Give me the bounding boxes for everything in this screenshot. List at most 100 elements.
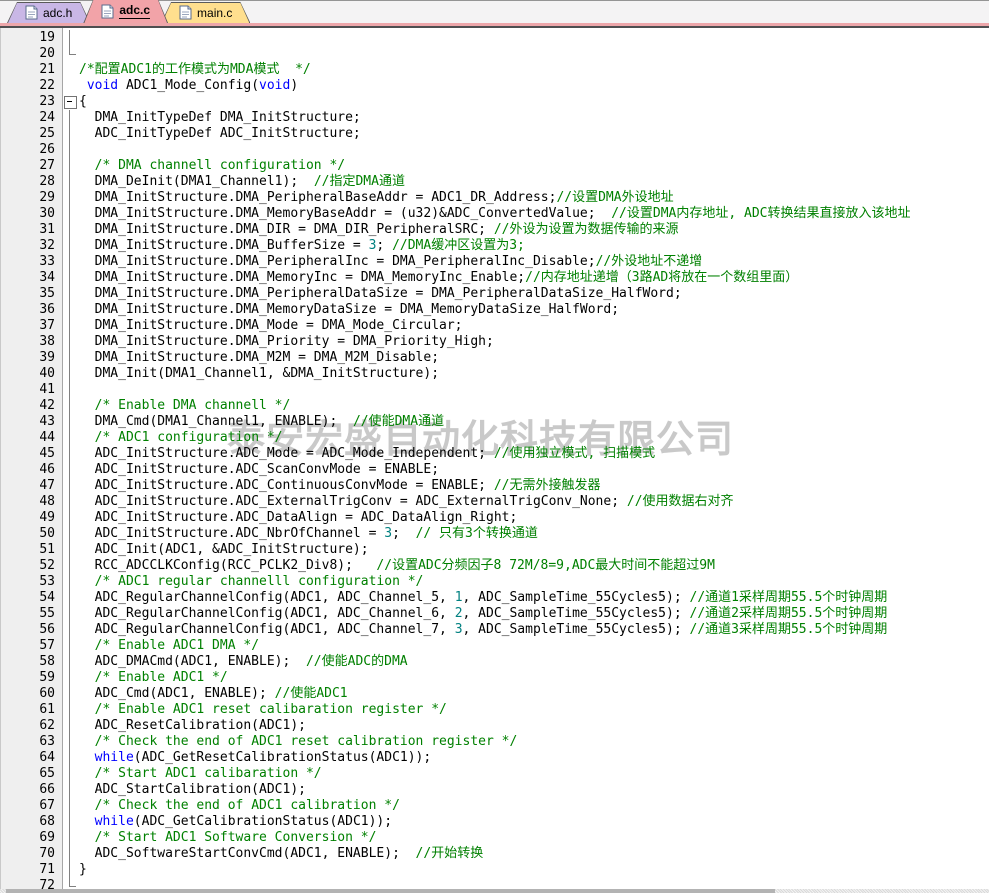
code-text: DMA_InitStructure.DMA_MemoryDataSize = D… [79,302,989,318]
code-line: 62 ADC_ResetCalibration(ADC1); [0,718,989,734]
code-segment: ADC_InitStructure.ADC_ScanConvMode = ENA… [79,462,439,477]
code-segment: //设置ADC分频因子8 72M/8=9,ADC最大时间不能超过9M [376,558,715,573]
line-number: 56 [0,622,63,638]
tab-adc.h[interactable]: adc.h [7,2,90,23]
line-number: 23 [0,94,63,110]
line-number: 52 [0,558,63,574]
code-text: DMA_InitStructure.DMA_MemoryBaseAddr = (… [79,206,989,222]
code-segment: , ADC_SampleTime_55Cycles5); [463,590,690,605]
code-line: 43 DMA_Cmd(DMA1_Channel1, ENABLE); //使能D… [0,414,989,430]
horizontal-scrollbar-thumb[interactable] [6,889,775,893]
horizontal-scrollbar[interactable] [0,889,989,893]
document-icon [179,5,192,20]
code-segment: , ADC_SampleTime_55Cycles5); [463,622,690,637]
tab-main.c[interactable]: main.c [161,2,250,23]
line-number: 58 [0,654,63,670]
fold-column [63,654,79,670]
fold-column [63,126,79,142]
code-segment: ADC_ResetCalibration(ADC1); [79,718,306,733]
line-number: 54 [0,590,63,606]
fold-column [63,30,79,46]
code-segment: while [95,750,134,765]
code-text: ADC_InitStructure.ADC_NbrOfChannel = 3; … [79,526,989,542]
code-line: 67 /* Check the end of ADC1 calibration … [0,798,989,814]
code-line: 21/*配置ADC1的工作模式为MDA模式 */ [0,62,989,78]
line-number: 66 [0,782,63,798]
fold-column [63,622,79,638]
code-segment: /* Start ADC1 calibaration */ [95,766,322,781]
code-segment: /* Enable ADC1 */ [95,670,228,685]
code-text: /* Enable DMA channell */ [79,398,989,414]
code-segment: ADC_RegularChannelConfig(ADC1, ADC_Chann… [79,590,455,605]
code-segment: /* ADC1 regular channelll configuration … [95,574,424,589]
code-text: DMA_Init(DMA1_Channel1, &DMA_InitStructu… [79,366,989,382]
code-text: /* ADC1 configuration */ [79,430,989,446]
code-line: 53 /* ADC1 regular channelll configurati… [0,574,989,590]
line-number: 61 [0,702,63,718]
fold-column [63,366,79,382]
fold-column [63,222,79,238]
code-segment: (ADC_GetCalibrationStatus(ADC1)); [134,814,392,829]
line-number: 71 [0,862,63,878]
code-line: 59 /* Enable ADC1 */ [0,670,989,686]
code-segment: ADC_RegularChannelConfig(ADC1, ADC_Chann… [79,622,455,637]
code-segment: ADC_InitStructure.ADC_Mode = ADC_Mode_In… [79,446,494,461]
code-line: 31 DMA_InitStructure.DMA_DIR = DMA_DIR_P… [0,222,989,238]
tab-adc.c[interactable]: adc.c [83,0,168,23]
code-line: 50 ADC_InitStructure.ADC_NbrOfChannel = … [0,526,989,542]
code-text [79,46,989,62]
code-segment: 2 [455,606,463,621]
code-segment: //内存地址递增（3路AD将放在一个数组里面） [525,270,798,285]
code-segment: ADC_InitTypeDef ADC_InitStructure; [79,126,361,141]
line-number: 45 [0,446,63,462]
code-line: 64 while(ADC_GetResetCalibrationStatus(A… [0,750,989,766]
code-text: ADC_RegularChannelConfig(ADC1, ADC_Chann… [79,622,989,638]
code-editor[interactable]: 泰安宏盛自动化科技有限公司 192021/*配置ADC1的工作模式为MDA模式 … [0,28,989,889]
line-number: 19 [0,30,63,46]
code-segment: ADC_InitStructure.ADC_ExternalTrigConv =… [79,494,627,509]
fold-column [63,110,79,126]
document-icon [101,4,114,19]
code-line: 19 [0,30,989,46]
code-segment: DMA_DeInit(DMA1_Channel1); [79,174,314,189]
code-segment: /* DMA channell configuration */ [95,158,345,173]
code-segment: { [79,94,87,109]
code-segment: /* Enable ADC1 DMA */ [95,638,259,653]
code-text: ADC_InitStructure.ADC_ScanConvMode = ENA… [79,462,989,478]
fold-column [63,686,79,702]
code-line: 23 { [0,94,989,110]
code-line: 65 /* Start ADC1 calibaration */ [0,766,989,782]
fold-collapse-icon[interactable] [63,94,79,110]
code-text: /*配置ADC1的工作模式为MDA模式 */ [79,62,989,78]
code-segment: void [259,78,290,93]
fold-column [63,478,79,494]
code-line: 56 ADC_RegularChannelConfig(ADC1, ADC_Ch… [0,622,989,638]
code-segment: //设置DMA外设地址 [556,190,673,205]
code-text: DMA_InitStructure.DMA_PeripheralInc = DM… [79,254,989,270]
code-segment: ADC_DMACmd(ADC1, ENABLE); [79,654,306,669]
code-text: /* Start ADC1 calibaration */ [79,766,989,782]
fold-column [63,734,79,750]
code-segment: //设置DMA内存地址, ADC转换结果直接放入该地址 [611,206,910,221]
line-number: 67 [0,798,63,814]
code-line: 29 DMA_InitStructure.DMA_PeripheralBaseA… [0,190,989,206]
code-text: ADC_InitStructure.ADC_ContinuousConvMode… [79,478,989,494]
code-line: 24 DMA_InitTypeDef DMA_InitStructure; [0,110,989,126]
document-icon [25,5,38,20]
code-segment: while [95,814,134,829]
code-text: ADC_InitTypeDef ADC_InitStructure; [79,126,989,142]
fold-column [63,446,79,462]
code-text: /* Enable ADC1 */ [79,670,989,686]
line-number: 27 [0,158,63,174]
fold-column [63,254,79,270]
code-segment: //外设为设置为数据传输的来源 [494,222,679,237]
line-number: 30 [0,206,63,222]
fold-column [63,830,79,846]
code-text: ADC_InitStructure.ADC_Mode = ADC_Mode_In… [79,446,989,462]
tabbar-divider [0,26,989,28]
fold-column [63,78,79,94]
code-text: DMA_InitTypeDef DMA_InitStructure; [79,110,989,126]
code-segment [79,574,95,589]
code-line: 38 DMA_InitStructure.DMA_Priority = DMA_… [0,334,989,350]
code-segment: DMA_InitStructure.DMA_Priority = DMA_Pri… [79,334,494,349]
